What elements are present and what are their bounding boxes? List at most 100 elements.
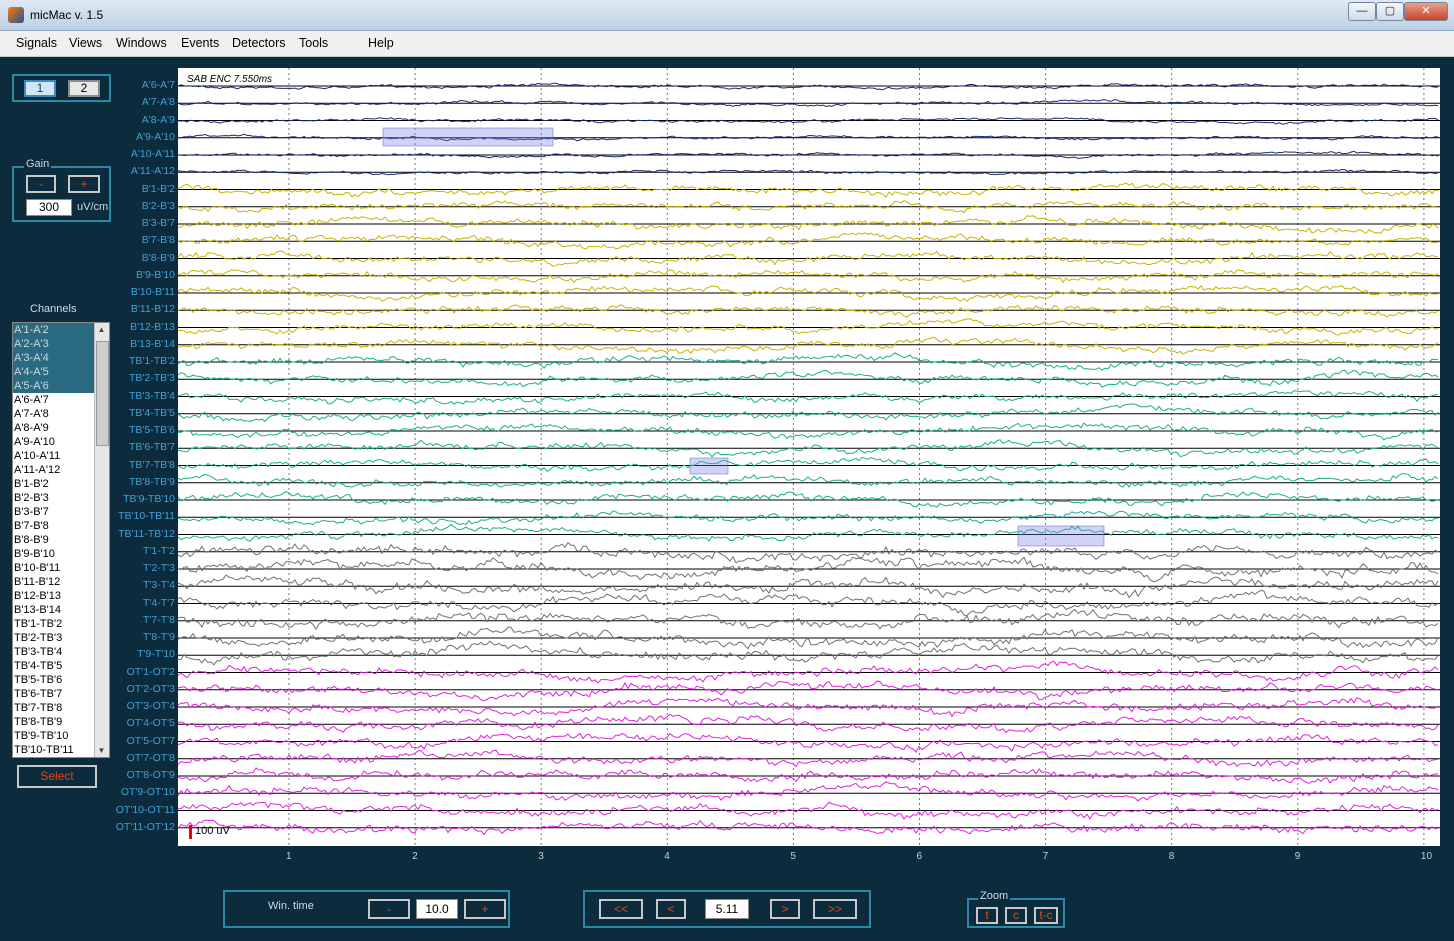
close-button[interactable]: ✕ [1404, 2, 1448, 21]
channel-label: TB'9-TB'10 [123, 493, 175, 505]
channel-label: B'2-B'3 [141, 199, 175, 212]
gain-unit: uV/cm [77, 201, 109, 213]
channel-label: TB'5-TB'6 [128, 424, 175, 436]
channel-label: A'11-A'12 [130, 165, 175, 178]
channel-label: B'8-B'9 [141, 251, 175, 264]
win-time-label: Win. time [268, 900, 314, 912]
channel-label: B'3-B'7 [141, 217, 175, 229]
zoom-panel: t c t-c [967, 898, 1065, 928]
x-tick-label: 8 [1168, 851, 1175, 862]
channel-label: OT'2-OT'3 [126, 682, 175, 695]
channel-label: OT'4-OT'5 [126, 717, 175, 730]
channel-label: TB'10-TB'11 [118, 510, 175, 523]
channel-trace [178, 403, 1439, 423]
channel-label: B'13-B'14 [130, 337, 175, 350]
channel-label: OT'10-OT'11 [115, 803, 175, 816]
channel-label: OT'1-OT'2 [126, 665, 175, 678]
channel-label: B'7-B'8 [141, 234, 175, 247]
eeg-plot[interactable]: SAB ENC 7.550ms 100 uV [178, 68, 1440, 846]
channel-list-scrollbar[interactable]: ▲ ▼ [94, 323, 109, 757]
channel-trace [178, 390, 1439, 405]
gain-plus-button[interactable]: + [68, 175, 100, 193]
page-2-button[interactable]: 2 [68, 80, 100, 97]
title-bar: micMac v. 1.5 — ▢ ✕ [0, 0, 1454, 31]
channel-list[interactable]: A'1-A'2 A'2-A'3 A'3-A'4 A'4-A'5 A'5-A'6 A'6-A… [12, 322, 110, 758]
win-time-panel: Win. time - 10.0 + [223, 890, 510, 928]
time-position-input[interactable]: 5.11 [705, 899, 749, 919]
channel-label: OT'8-OT'9 [126, 769, 175, 781]
maximize-button[interactable]: ▢ [1376, 2, 1404, 21]
channel-trace [178, 491, 1439, 508]
menu-detectors[interactable]: Detectors [232, 36, 286, 50]
channels-title: Channels [30, 303, 77, 315]
last-page-button[interactable]: >> [813, 899, 857, 919]
win-time-minus-button[interactable]: - [368, 899, 410, 919]
x-tick-label: 7 [1042, 851, 1049, 862]
zoom-tc-button[interactable]: t-c [1034, 907, 1058, 924]
channel-label: T'4-T'7 [142, 596, 175, 609]
minimize-button[interactable]: — [1348, 2, 1376, 21]
channel-trace [178, 541, 1439, 564]
scroll-up-arrow-icon[interactable]: ▲ [95, 323, 108, 336]
navigation-panel: << < 5.11 > >> [583, 890, 871, 928]
x-tick-label: 6 [916, 851, 923, 862]
channel-trace [178, 608, 1439, 631]
menu-views[interactable]: Views [69, 36, 102, 50]
select-button[interactable]: Select [17, 765, 97, 788]
channel-trace [178, 456, 1439, 472]
menu-events[interactable]: Events [181, 36, 219, 50]
x-tick-label: 2 [412, 851, 418, 862]
page-1-button[interactable]: 1 [24, 80, 56, 97]
channel-trace [178, 523, 1439, 542]
channel-label: A'6-A'7 [141, 79, 175, 91]
menu-windows[interactable]: Windows [116, 36, 167, 50]
win-time-input[interactable]: 10.0 [416, 899, 458, 919]
scale-bar [189, 825, 192, 839]
channel-label: T'8-T'9 [142, 631, 175, 643]
channel-trace [178, 369, 1439, 388]
channel-label: B'11-B'12 [130, 303, 175, 316]
menu-bar: Signals Views Windows Events Detectors T… [0, 31, 1454, 57]
channel-label: T'2-T'3 [142, 562, 175, 574]
channel-label: T'9-T'10 [137, 648, 175, 661]
channel-trace [178, 781, 1439, 802]
window-title: micMac v. 1.5 [30, 8, 104, 22]
channel-label: T'7-T'8 [142, 613, 175, 626]
zoom-label: Zoom [978, 890, 1011, 902]
channel-trace [178, 472, 1439, 488]
event-marker [1017, 525, 1105, 547]
zoom-t-button[interactable]: t [976, 907, 998, 924]
zoom-c-button[interactable]: c [1005, 907, 1027, 924]
channel-trace [178, 304, 1439, 318]
channel-label: A'9-A'10 [135, 130, 175, 143]
channel-label: OT'5-OT'7 [126, 734, 175, 747]
menu-signals[interactable]: Signals [16, 36, 57, 50]
channel-label: A'7-A'8 [141, 96, 175, 109]
x-tick-label: 10 [1420, 851, 1433, 862]
channel-trace [178, 589, 1439, 617]
gain-input[interactable]: 300 [26, 199, 72, 216]
channel-label: T'3-T'4 [142, 579, 175, 592]
channel-label: TB'8-TB'9 [128, 475, 175, 488]
channel-label: B'10-B'11 [130, 286, 175, 298]
scroll-down-arrow-icon[interactable]: ▼ [95, 744, 108, 757]
channel-label: B'9-B'10 [135, 268, 175, 281]
channel-label: A'8-A'9 [141, 113, 175, 126]
prev-page-button[interactable]: < [656, 899, 686, 919]
menu-help[interactable]: Help [368, 36, 394, 50]
channel-trace [178, 336, 1439, 355]
event-marker [689, 457, 729, 475]
channel-trace [178, 680, 1439, 702]
channel-label: B'1-B'2 [141, 182, 175, 195]
scroll-thumb[interactable] [96, 341, 109, 446]
eeg-traces [178, 68, 1440, 846]
gain-minus-button[interactable]: - [26, 175, 56, 193]
next-page-button[interactable]: > [770, 899, 800, 919]
menu-tools[interactable]: Tools [299, 36, 328, 50]
channel-label: TB'7-TB'8 [128, 458, 175, 471]
win-time-plus-button[interactable]: + [464, 899, 506, 919]
x-tick-label: 4 [664, 851, 670, 862]
first-page-button[interactable]: << [599, 899, 643, 919]
channel-label: TB'11-TB'12 [118, 527, 175, 540]
x-tick-label: 1 [286, 851, 292, 862]
